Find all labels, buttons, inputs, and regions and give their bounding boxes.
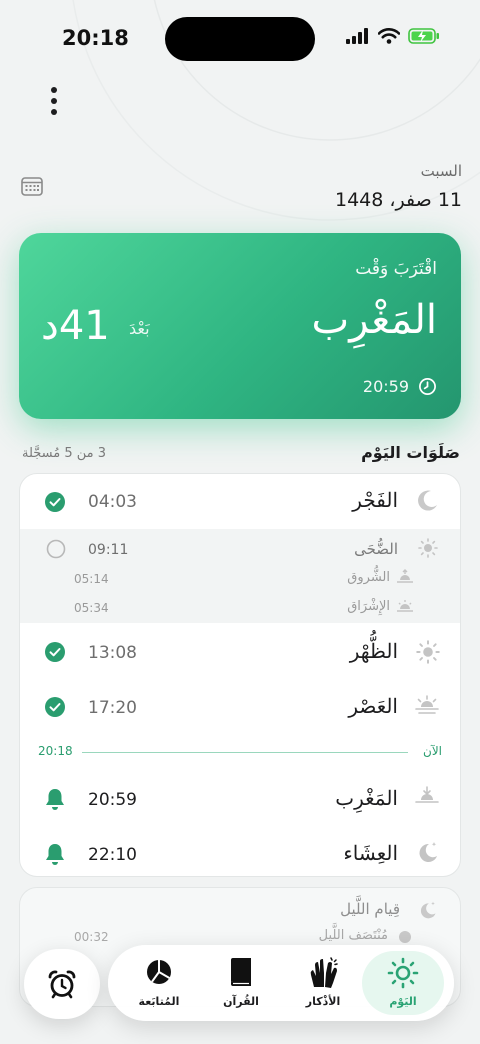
chart-icon xyxy=(147,960,171,984)
tab-label: المُتابَعة xyxy=(138,995,180,1008)
remaining-time: 41د xyxy=(41,303,110,349)
tab-adhkar[interactable]: الأذْكار xyxy=(282,951,364,1015)
sun-icon xyxy=(416,640,440,664)
check-icon[interactable] xyxy=(44,641,66,663)
menu-icon[interactable] xyxy=(44,84,64,118)
tab-label: الأذْكار xyxy=(305,995,341,1008)
moon-stars-icon xyxy=(420,901,436,919)
status-bar: 20:18 xyxy=(0,0,480,80)
duha-time: 09:11 xyxy=(88,542,129,558)
moon-stars-icon xyxy=(419,842,437,862)
clock-icon xyxy=(419,378,436,395)
clock-icon xyxy=(399,931,411,943)
check-icon[interactable] xyxy=(44,696,66,718)
sunrise-icon xyxy=(397,569,413,583)
prayer-time: 04:03 xyxy=(88,492,137,512)
prayer-row-isha[interactable]: العِشَاء 22:10 xyxy=(20,826,460,876)
prayer-row-maghrib[interactable]: المَغْرِب 20:59 xyxy=(20,771,460,826)
sun-icon xyxy=(387,957,419,989)
sunset-icon xyxy=(415,695,439,714)
next-prayer-caption: اقْتَرَبَ وَقْت xyxy=(355,259,437,279)
next-prayer-card[interactable]: اقْتَرَبَ وَقْت المَغْرِب بَعْدَ 41د 20:… xyxy=(19,233,461,419)
moon-icon xyxy=(418,490,437,511)
calendar-icon[interactable] xyxy=(21,176,43,196)
day-name: السبت xyxy=(420,162,462,180)
midnight-time: 00:32 xyxy=(74,930,109,944)
midnight-name: مُنْتَصَف اللَّيل xyxy=(318,928,388,943)
hands-icon xyxy=(310,957,338,988)
remaining-prefix: بَعْدَ xyxy=(129,319,150,338)
current-time: 20:18 xyxy=(38,744,73,758)
bell-icon[interactable] xyxy=(44,842,66,866)
status-time: 20:18 xyxy=(62,26,129,50)
prayer-row-fajr[interactable]: الفَجْر 04:03 xyxy=(20,474,460,529)
battery-charging-icon xyxy=(408,28,439,44)
prayer-time: 22:10 xyxy=(88,845,137,865)
bell-icon[interactable] xyxy=(44,787,66,811)
ishraq-name: الإِشْرَاق xyxy=(347,599,390,614)
check-icon[interactable] xyxy=(44,491,66,513)
next-prayer-name: المَغْرِب xyxy=(311,297,437,343)
sunset-icon xyxy=(415,786,439,803)
sunrise-icon xyxy=(397,600,413,612)
prayer-name: المَغْرِب xyxy=(335,786,398,810)
prayer-time: 20:59 xyxy=(88,790,137,810)
qiyam-name: قِيام اللَّيل xyxy=(340,900,400,918)
unchecked-circle-icon[interactable] xyxy=(46,539,66,559)
signal-icon xyxy=(346,28,368,44)
dynamic-island xyxy=(165,17,315,61)
current-time-line xyxy=(82,752,408,753)
tab-label: اليَوْم xyxy=(389,995,417,1008)
tab-label: القُرآن xyxy=(223,995,259,1008)
prayers-list: الفَجْر 04:03 الضُّحَى 09:11 الشُّروق 05… xyxy=(19,473,461,877)
alarm-icon xyxy=(48,970,76,999)
prayer-name: الظُّهْر xyxy=(349,639,398,663)
prayers-logged-count: 3 من 5 مُسجَّلة xyxy=(22,446,107,461)
tab-tracking[interactable]: المُتابَعة xyxy=(118,951,200,1015)
prayer-time: 13:08 xyxy=(88,643,137,663)
next-prayer-time: 20:59 xyxy=(362,377,409,396)
prayer-time: 17:20 xyxy=(88,698,137,718)
tab-today[interactable]: اليَوْم xyxy=(362,951,444,1015)
hijri-date: 11 صفر، 1448 xyxy=(335,189,462,211)
tab-bar: المُتابَعة القُرآن الأذْكار اليَوْم xyxy=(108,945,454,1021)
prayer-name: العِشَاء xyxy=(343,841,398,865)
book-icon xyxy=(231,958,251,986)
status-icons xyxy=(346,28,440,44)
wifi-icon xyxy=(378,28,400,44)
current-time-marker: 20:18 الآن xyxy=(20,742,460,762)
alarm-button[interactable] xyxy=(24,949,100,1019)
prayer-row-dhuhr[interactable]: الظُّهْر 13:08 xyxy=(20,624,460,679)
shuruq-name: الشُّروق xyxy=(347,570,390,585)
ishraq-time: 05:34 xyxy=(74,601,109,615)
prayer-name: الفَجْر xyxy=(352,488,398,512)
sunrise-group: الضُّحَى 09:11 الشُّروق 05:14 الإِشْرَاق… xyxy=(20,529,460,623)
shuruq-time: 05:14 xyxy=(74,572,109,586)
today-prayers-title: صَلَوَات اليَوْم xyxy=(361,443,460,462)
now-label: الآن xyxy=(423,744,442,758)
sun-icon xyxy=(418,538,438,558)
prayer-row-asr[interactable]: العَصْر 17:20 xyxy=(20,679,460,734)
prayer-name: العَصْر xyxy=(348,694,398,718)
tab-quran[interactable]: القُرآن xyxy=(200,951,282,1015)
duha-name: الضُّحَى xyxy=(354,540,398,558)
